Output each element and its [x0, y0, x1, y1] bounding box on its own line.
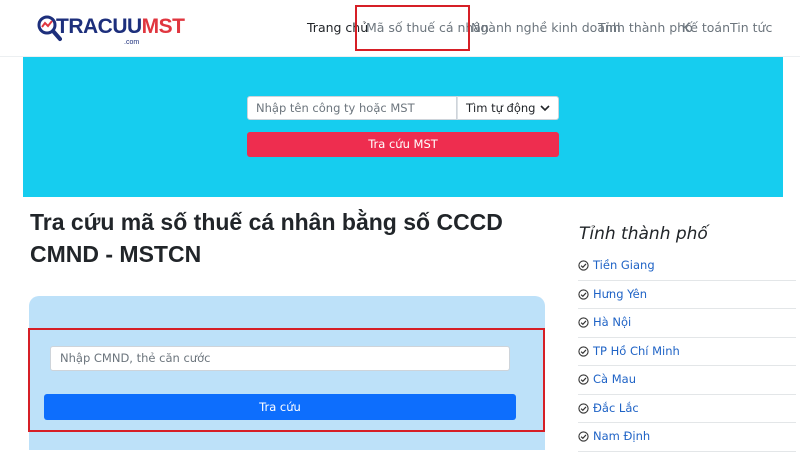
site-logo[interactable]: TRACUUMST .com — [36, 14, 185, 46]
form-highlight-box — [28, 328, 545, 432]
check-circle-icon — [578, 402, 589, 414]
check-circle-icon — [578, 288, 589, 300]
province-item[interactable]: Tiền Giang — [578, 252, 796, 281]
nav-highlight-box — [355, 5, 470, 51]
province-link[interactable]: Nam Định — [593, 429, 650, 443]
province-item[interactable]: Đắc Lắc — [578, 395, 796, 423]
company-search-input[interactable]: Nhập tên công ty hoặc MST — [247, 96, 457, 120]
province-item[interactable]: Hà Nội — [578, 309, 796, 338]
province-item[interactable]: Nam Định — [578, 423, 796, 452]
chevron-down-icon — [540, 105, 550, 112]
nav-provinces[interactable]: Tỉnh thành phố — [598, 20, 693, 35]
check-circle-icon — [578, 317, 589, 328]
province-item[interactable]: TP Hồ Chí Minh — [578, 338, 796, 366]
nav-news[interactable]: Tin tức — [730, 20, 772, 35]
province-item[interactable]: Hưng Yên — [578, 281, 796, 309]
nav-accounting[interactable]: Kế toán — [682, 20, 730, 35]
search-mst-button[interactable]: Tra cứu MST — [247, 132, 559, 157]
province-link[interactable]: TP Hồ Chí Minh — [593, 344, 680, 358]
logo-wordmark: TRACUUMST — [56, 15, 185, 38]
search-mode-value: Tìm tự động — [466, 101, 536, 115]
province-link[interactable]: Đắc Lắc — [593, 401, 639, 415]
hero-search-band: Nhập tên công ty hoặc MST Tìm tự động Tr… — [23, 57, 783, 197]
search-mode-select[interactable]: Tìm tự động — [457, 96, 559, 120]
check-circle-icon — [578, 431, 589, 442]
province-link[interactable]: Tiền Giang — [593, 258, 655, 272]
province-link[interactable]: Hưng Yên — [593, 287, 647, 301]
province-list: Tiền Giang Hưng Yên Hà Nội TP Hồ Chí Min… — [578, 252, 796, 452]
sidebar-title: Tỉnh thành phố — [579, 224, 708, 244]
check-circle-icon — [578, 260, 589, 271]
check-circle-icon — [578, 374, 589, 385]
check-circle-icon — [578, 345, 589, 357]
page-title: Tra cứu mã số thuế cá nhân bằng số CCCD … — [30, 209, 503, 267]
province-link[interactable]: Hà Nội — [593, 315, 631, 329]
province-link[interactable]: Cà Mau — [593, 372, 636, 386]
logo-suffix: .com — [124, 39, 140, 46]
province-item[interactable]: Cà Mau — [578, 366, 796, 395]
